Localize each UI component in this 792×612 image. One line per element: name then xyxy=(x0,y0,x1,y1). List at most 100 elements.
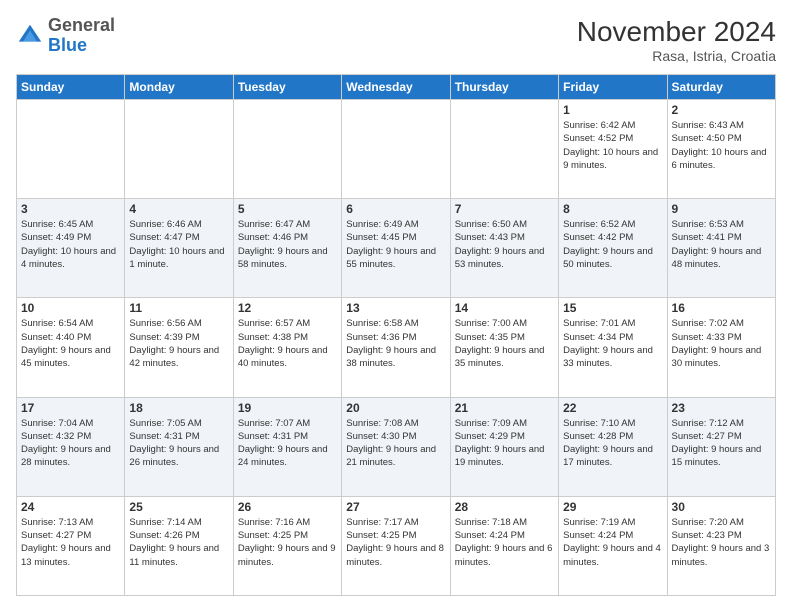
month-title: November 2024 xyxy=(577,16,776,48)
table-row xyxy=(17,100,125,199)
day-info: Sunrise: 6:57 AM Sunset: 4:38 PM Dayligh… xyxy=(238,317,337,370)
day-number: 24 xyxy=(21,500,120,514)
day-info: Sunrise: 7:05 AM Sunset: 4:31 PM Dayligh… xyxy=(129,417,228,470)
day-info: Sunrise: 6:52 AM Sunset: 4:42 PM Dayligh… xyxy=(563,218,662,271)
day-number: 8 xyxy=(563,202,662,216)
day-number: 2 xyxy=(672,103,771,117)
day-info: Sunrise: 6:49 AM Sunset: 4:45 PM Dayligh… xyxy=(346,218,445,271)
day-info: Sunrise: 7:00 AM Sunset: 4:35 PM Dayligh… xyxy=(455,317,554,370)
header-thursday: Thursday xyxy=(450,75,558,100)
day-number: 30 xyxy=(672,500,771,514)
header-sunday: Sunday xyxy=(17,75,125,100)
table-row: 1 Sunrise: 6:42 AM Sunset: 4:52 PM Daylig… xyxy=(559,100,667,199)
header-saturday: Saturday xyxy=(667,75,775,100)
table-row: 17 Sunrise: 7:04 AM Sunset: 4:32 PM Dayli… xyxy=(17,397,125,496)
day-info: Sunrise: 7:09 AM Sunset: 4:29 PM Dayligh… xyxy=(455,417,554,470)
day-info: Sunrise: 6:56 AM Sunset: 4:39 PM Dayligh… xyxy=(129,317,228,370)
table-row: 10Sunrise: 6:54 AM Sunset: 4:40 PM Dayli… xyxy=(17,298,125,397)
table-row: 28 Sunrise: 7:18 AM Sunset: 4:24 PM Dayli… xyxy=(450,496,558,595)
table-row: 30 Sunrise: 7:20 AM Sunset: 4:23 PM Dayli… xyxy=(667,496,775,595)
table-row: 3 Sunrise: 6:45 AM Sunset: 4:49 PM Daylig… xyxy=(17,199,125,298)
day-number: 10 xyxy=(21,301,120,315)
day-info: Sunrise: 7:13 AM Sunset: 4:27 PM Dayligh… xyxy=(21,516,120,569)
table-row: 6 Sunrise: 6:49 AM Sunset: 4:45 PM Daylig… xyxy=(342,199,450,298)
day-info: Sunrise: 6:53 AM Sunset: 4:41 PM Dayligh… xyxy=(672,218,771,271)
day-number: 19 xyxy=(238,401,337,415)
day-number: 21 xyxy=(455,401,554,415)
day-number: 7 xyxy=(455,202,554,216)
day-number: 28 xyxy=(455,500,554,514)
day-number: 4 xyxy=(129,202,228,216)
day-info: Sunrise: 7:18 AM Sunset: 4:24 PM Dayligh… xyxy=(455,516,554,569)
table-row: 29Sunrise: 7:19 AM Sunset: 4:24 PM Dayli… xyxy=(559,496,667,595)
day-number: 20 xyxy=(346,401,445,415)
table-row: 25Sunrise: 7:14 AM Sunset: 4:26 PM Dayli… xyxy=(125,496,233,595)
day-info: Sunrise: 7:01 AM Sunset: 4:34 PM Dayligh… xyxy=(563,317,662,370)
day-number: 26 xyxy=(238,500,337,514)
day-number: 3 xyxy=(21,202,120,216)
day-info: Sunrise: 7:16 AM Sunset: 4:25 PM Dayligh… xyxy=(238,516,337,569)
day-info: Sunrise: 6:43 AM Sunset: 4:50 PM Dayligh… xyxy=(672,119,771,172)
day-info: Sunrise: 6:42 AM Sunset: 4:52 PM Dayligh… xyxy=(563,119,662,172)
table-row: 18Sunrise: 7:05 AM Sunset: 4:31 PM Dayli… xyxy=(125,397,233,496)
table-row: 27 Sunrise: 7:17 AM Sunset: 4:25 PM Dayli… xyxy=(342,496,450,595)
header-tuesday: Tuesday xyxy=(233,75,341,100)
table-row: 20 Sunrise: 7:08 AM Sunset: 4:30 PM Dayli… xyxy=(342,397,450,496)
calendar-week-row: 1 Sunrise: 6:42 AM Sunset: 4:52 PM Daylig… xyxy=(17,100,776,199)
day-number: 25 xyxy=(129,500,228,514)
calendar-week-row: 24 Sunrise: 7:13 AM Sunset: 4:27 PM Dayli… xyxy=(17,496,776,595)
day-info: Sunrise: 7:10 AM Sunset: 4:28 PM Dayligh… xyxy=(563,417,662,470)
calendar-week-row: 3 Sunrise: 6:45 AM Sunset: 4:49 PM Daylig… xyxy=(17,199,776,298)
table-row: 22 Sunrise: 7:10 AM Sunset: 4:28 PM Dayli… xyxy=(559,397,667,496)
header-monday: Monday xyxy=(125,75,233,100)
table-row: 12 Sunrise: 6:57 AM Sunset: 4:38 PM Dayli… xyxy=(233,298,341,397)
title-block: November 2024 Rasa, Istria, Croatia xyxy=(577,16,776,64)
location: Rasa, Istria, Croatia xyxy=(577,48,776,64)
table-row: 19 Sunrise: 7:07 AM Sunset: 4:31 PM Dayli… xyxy=(233,397,341,496)
day-number: 6 xyxy=(346,202,445,216)
day-number: 11 xyxy=(129,301,228,315)
day-info: Sunrise: 7:08 AM Sunset: 4:30 PM Dayligh… xyxy=(346,417,445,470)
table-row: 2 Sunrise: 6:43 AM Sunset: 4:50 PM Daylig… xyxy=(667,100,775,199)
table-row xyxy=(450,100,558,199)
day-info: Sunrise: 7:20 AM Sunset: 4:23 PM Dayligh… xyxy=(672,516,771,569)
table-row: 5Sunrise: 6:47 AM Sunset: 4:46 PM Daylig… xyxy=(233,199,341,298)
day-number: 12 xyxy=(238,301,337,315)
table-row: 14 Sunrise: 7:00 AM Sunset: 4:35 PM Dayli… xyxy=(450,298,558,397)
table-row: 11 Sunrise: 6:56 AM Sunset: 4:39 PM Dayli… xyxy=(125,298,233,397)
table-row: 9 Sunrise: 6:53 AM Sunset: 4:41 PM Daylig… xyxy=(667,199,775,298)
day-info: Sunrise: 7:04 AM Sunset: 4:32 PM Dayligh… xyxy=(21,417,120,470)
day-number: 14 xyxy=(455,301,554,315)
table-row: 4 Sunrise: 6:46 AM Sunset: 4:47 PM Daylig… xyxy=(125,199,233,298)
day-info: Sunrise: 6:46 AM Sunset: 4:47 PM Dayligh… xyxy=(129,218,228,271)
logo-icon xyxy=(16,22,44,50)
table-row: 21 Sunrise: 7:09 AM Sunset: 4:29 PM Dayli… xyxy=(450,397,558,496)
day-info: Sunrise: 7:19 AM Sunset: 4:24 PM Dayligh… xyxy=(563,516,662,569)
day-number: 15 xyxy=(563,301,662,315)
table-row: 23Sunrise: 7:12 AM Sunset: 4:27 PM Dayli… xyxy=(667,397,775,496)
day-info: Sunrise: 6:58 AM Sunset: 4:36 PM Dayligh… xyxy=(346,317,445,370)
day-info: Sunrise: 6:45 AM Sunset: 4:49 PM Dayligh… xyxy=(21,218,120,271)
page: General Blue November 2024 Rasa, Istria,… xyxy=(0,0,792,612)
day-number: 23 xyxy=(672,401,771,415)
day-info: Sunrise: 7:17 AM Sunset: 4:25 PM Dayligh… xyxy=(346,516,445,569)
table-row xyxy=(342,100,450,199)
table-row: 24 Sunrise: 7:13 AM Sunset: 4:27 PM Dayli… xyxy=(17,496,125,595)
logo-general: General xyxy=(48,15,115,35)
day-number: 13 xyxy=(346,301,445,315)
day-number: 27 xyxy=(346,500,445,514)
day-info: Sunrise: 7:07 AM Sunset: 4:31 PM Dayligh… xyxy=(238,417,337,470)
day-number: 22 xyxy=(563,401,662,415)
day-number: 9 xyxy=(672,202,771,216)
table-row: 16Sunrise: 7:02 AM Sunset: 4:33 PM Dayli… xyxy=(667,298,775,397)
header: General Blue November 2024 Rasa, Istria,… xyxy=(16,16,776,64)
table-row: 15 Sunrise: 7:01 AM Sunset: 4:34 PM Dayli… xyxy=(559,298,667,397)
calendar-table: Sunday Monday Tuesday Wednesday Thursday… xyxy=(16,74,776,596)
day-number: 5 xyxy=(238,202,337,216)
day-number: 16 xyxy=(672,301,771,315)
logo-blue: Blue xyxy=(48,35,87,55)
day-number: 1 xyxy=(563,103,662,117)
table-row xyxy=(233,100,341,199)
day-number: 17 xyxy=(21,401,120,415)
table-row: 26 Sunrise: 7:16 AM Sunset: 4:25 PM Dayli… xyxy=(233,496,341,595)
